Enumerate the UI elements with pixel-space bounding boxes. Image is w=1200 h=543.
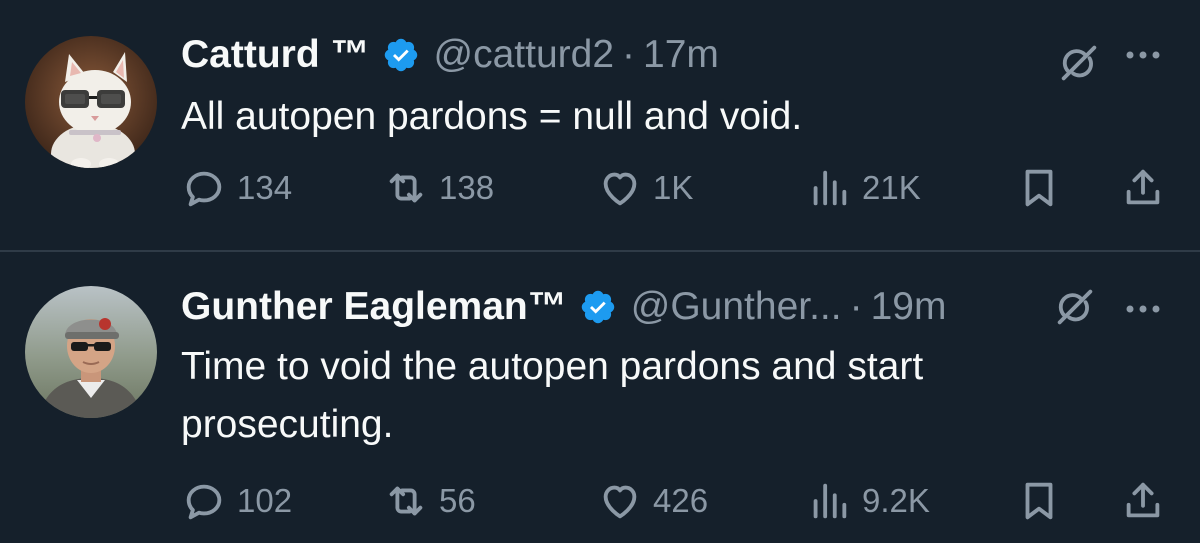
views-count: 9.2K <box>862 482 930 519</box>
reply-button[interactable]: 102 <box>181 476 292 526</box>
like-icon <box>603 172 637 206</box>
repost-icon <box>389 486 423 516</box>
tweet-header: Gunther Eagleman™ @Gunther... · 19m <box>181 284 946 330</box>
like-button[interactable]: 426 <box>597 476 708 526</box>
action-bar: 134 138 1K 21K <box>0 163 1200 213</box>
tweet[interactable]: Gunther Eagleman™ @Gunther... · 19m Time… <box>0 252 1200 543</box>
cat-avatar-image <box>25 36 157 168</box>
repost-count: 138 <box>439 169 495 206</box>
share-icon <box>1126 482 1160 518</box>
bookmark-icon <box>1025 482 1053 520</box>
separator-dot: · <box>849 285 863 328</box>
repost-button[interactable]: 138 <box>383 163 494 213</box>
bookmark-button[interactable] <box>1016 476 1062 526</box>
views-icon <box>813 483 847 519</box>
reply-icon <box>186 484 222 520</box>
share-button[interactable] <box>1120 476 1166 526</box>
avatar[interactable] <box>25 36 157 168</box>
separator-dot: · <box>622 33 636 76</box>
display-name[interactable]: Gunther Eagleman™ <box>181 284 567 330</box>
grok-icon[interactable] <box>1052 284 1098 330</box>
repost-count: 56 <box>439 482 476 519</box>
verified-badge-icon <box>384 38 417 72</box>
handle[interactable]: @Gunther... <box>631 284 842 330</box>
views-button[interactable]: 21K <box>806 163 921 213</box>
more-icon[interactable] <box>1126 304 1160 314</box>
tweet-text: Time to void the autopen pardons and sta… <box>181 345 924 446</box>
tweet-header: Catturd ™ @catturd2 · 17m <box>181 32 719 78</box>
timestamp[interactable]: 17m <box>643 32 719 78</box>
reply-button[interactable]: 134 <box>181 163 292 213</box>
more-icon[interactable] <box>1126 50 1160 60</box>
grok-icon[interactable] <box>1056 40 1102 86</box>
share-button[interactable] <box>1120 163 1166 213</box>
reply-count: 102 <box>237 482 293 519</box>
views-button[interactable]: 9.2K <box>806 476 930 526</box>
repost-button[interactable]: 56 <box>383 476 476 526</box>
like-button[interactable]: 1K <box>597 163 693 213</box>
timestamp[interactable]: 19m <box>871 284 947 330</box>
repost-icon <box>389 173 423 203</box>
avatar[interactable] <box>25 286 157 418</box>
tweet-text: All autopen pardons = null and void. <box>181 95 803 138</box>
like-count: 426 <box>653 482 709 519</box>
verified-badge-icon <box>581 290 614 324</box>
man-avatar-image <box>25 286 157 418</box>
display-name[interactable]: Catturd ™ <box>181 32 370 78</box>
views-count: 21K <box>862 169 921 206</box>
handle[interactable]: @catturd2 <box>434 32 615 78</box>
reply-count: 134 <box>237 169 293 206</box>
like-icon <box>603 485 637 519</box>
share-icon <box>1126 169 1160 205</box>
reply-icon <box>186 171 222 207</box>
action-bar: 102 56 426 9.2K <box>0 476 1200 526</box>
bookmark-button[interactable] <box>1016 163 1062 213</box>
bookmark-icon <box>1025 169 1053 207</box>
like-count: 1K <box>653 169 694 206</box>
tweet[interactable]: Catturd ™ @catturd2 · 17m All autopen pa… <box>0 0 1200 250</box>
views-icon <box>813 170 847 206</box>
